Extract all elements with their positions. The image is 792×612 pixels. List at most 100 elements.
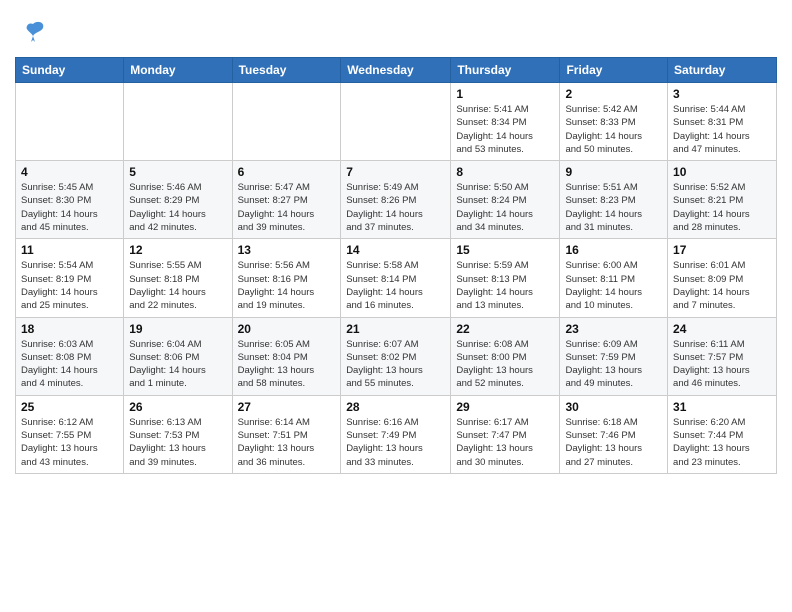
calendar-cell: 6 Sunrise: 5:47 AM Sunset: 8:27 PM Daylig… [232,161,341,239]
calendar-cell [341,83,451,161]
day-info: Sunrise: 5:41 AM Sunset: 8:34 PM Dayligh… [456,103,554,156]
day-info: Sunrise: 6:13 AM Sunset: 7:53 PM Dayligh… [129,416,226,469]
day-info: Sunrise: 5:46 AM Sunset: 8:29 PM Dayligh… [129,181,226,234]
calendar-cell: 8 Sunrise: 5:50 AM Sunset: 8:24 PM Daylig… [451,161,560,239]
calendar-cell: 22 Sunrise: 6:08 AM Sunset: 8:00 PM Dayli… [451,317,560,395]
day-number: 30 [565,400,662,414]
calendar-cell: 21Sunrise: 6:07 AM Sunset: 8:02 PM Dayli… [341,317,451,395]
day-number: 13 [238,243,336,257]
calendar-cell [16,83,124,161]
calendar-week-row: 25 Sunrise: 6:12 AM Sunset: 7:55 PM Dayli… [16,395,777,473]
day-number: 4 [21,165,118,179]
day-number: 12 [129,243,226,257]
day-number: 19 [129,322,226,336]
calendar-cell: 3 Sunrise: 5:44 AM Sunset: 8:31 PM Daylig… [668,83,777,161]
calendar-cell: 11Sunrise: 5:54 AM Sunset: 8:19 PM Dayli… [16,239,124,317]
weekday-header-saturday: Saturday [668,58,777,83]
calendar-cell [124,83,232,161]
day-info: Sunrise: 6:08 AM Sunset: 8:00 PM Dayligh… [456,338,554,391]
logo-bird-icon [19,16,47,49]
day-info: Sunrise: 5:50 AM Sunset: 8:24 PM Dayligh… [456,181,554,234]
calendar-cell: 24 Sunrise: 6:11 AM Sunset: 7:57 PM Dayli… [668,317,777,395]
day-info: Sunrise: 6:01 AM Sunset: 8:09 PM Dayligh… [673,259,771,312]
calendar-cell: 31Sunrise: 6:20 AM Sunset: 7:44 PM Dayli… [668,395,777,473]
day-info: Sunrise: 5:55 AM Sunset: 8:18 PM Dayligh… [129,259,226,312]
day-info: Sunrise: 5:44 AM Sunset: 8:31 PM Dayligh… [673,103,771,156]
day-info: Sunrise: 6:12 AM Sunset: 7:55 PM Dayligh… [21,416,118,469]
day-info: Sunrise: 5:59 AM Sunset: 8:13 PM Dayligh… [456,259,554,312]
day-number: 16 [565,243,662,257]
weekday-header-friday: Friday [560,58,668,83]
day-info: Sunrise: 5:47 AM Sunset: 8:27 PM Dayligh… [238,181,336,234]
day-info: Sunrise: 6:17 AM Sunset: 7:47 PM Dayligh… [456,416,554,469]
weekday-header-tuesday: Tuesday [232,58,341,83]
calendar-cell: 15Sunrise: 5:59 AM Sunset: 8:13 PM Dayli… [451,239,560,317]
day-number: 2 [565,87,662,101]
calendar-cell: 13 Sunrise: 5:56 AM Sunset: 8:16 PM Dayli… [232,239,341,317]
calendar-cell: 9Sunrise: 5:51 AM Sunset: 8:23 PM Daylig… [560,161,668,239]
calendar-cell: 18 Sunrise: 6:03 AM Sunset: 8:08 PM Dayli… [16,317,124,395]
day-info: Sunrise: 6:04 AM Sunset: 8:06 PM Dayligh… [129,338,226,391]
calendar-cell: 30 Sunrise: 6:18 AM Sunset: 7:46 PM Dayli… [560,395,668,473]
logo [15,10,47,49]
day-number: 18 [21,322,118,336]
day-info: Sunrise: 6:11 AM Sunset: 7:57 PM Dayligh… [673,338,771,391]
day-number: 1 [456,87,554,101]
day-number: 3 [673,87,771,101]
day-number: 25 [21,400,118,414]
calendar-cell: 28 Sunrise: 6:16 AM Sunset: 7:49 PM Dayli… [341,395,451,473]
calendar-cell: 25 Sunrise: 6:12 AM Sunset: 7:55 PM Dayli… [16,395,124,473]
day-number: 21 [346,322,445,336]
day-number: 20 [238,322,336,336]
day-number: 14 [346,243,445,257]
day-number: 23 [565,322,662,336]
calendar-cell: 12 Sunrise: 5:55 AM Sunset: 8:18 PM Dayli… [124,239,232,317]
calendar-cell: 16 Sunrise: 6:00 AM Sunset: 8:11 PM Dayli… [560,239,668,317]
calendar-week-row: 1 Sunrise: 5:41 AM Sunset: 8:34 PM Daylig… [16,83,777,161]
day-info: Sunrise: 5:51 AM Sunset: 8:23 PM Dayligh… [565,181,662,234]
day-info: Sunrise: 5:58 AM Sunset: 8:14 PM Dayligh… [346,259,445,312]
day-info: Sunrise: 6:00 AM Sunset: 8:11 PM Dayligh… [565,259,662,312]
day-info: Sunrise: 5:42 AM Sunset: 8:33 PM Dayligh… [565,103,662,156]
calendar-cell: 19 Sunrise: 6:04 AM Sunset: 8:06 PM Dayli… [124,317,232,395]
calendar-cell: 5Sunrise: 5:46 AM Sunset: 8:29 PM Daylig… [124,161,232,239]
day-number: 28 [346,400,445,414]
day-info: Sunrise: 6:16 AM Sunset: 7:49 PM Dayligh… [346,416,445,469]
day-number: 11 [21,243,118,257]
day-info: Sunrise: 5:56 AM Sunset: 8:16 PM Dayligh… [238,259,336,312]
weekday-header-wednesday: Wednesday [341,58,451,83]
day-info: Sunrise: 5:49 AM Sunset: 8:26 PM Dayligh… [346,181,445,234]
day-number: 8 [456,165,554,179]
day-number: 24 [673,322,771,336]
calendar-cell: 10Sunrise: 5:52 AM Sunset: 8:21 PM Dayli… [668,161,777,239]
day-number: 31 [673,400,771,414]
calendar-cell: 14 Sunrise: 5:58 AM Sunset: 8:14 PM Dayli… [341,239,451,317]
day-number: 29 [456,400,554,414]
calendar-cell: 20 Sunrise: 6:05 AM Sunset: 8:04 PM Dayli… [232,317,341,395]
calendar-cell: 29 Sunrise: 6:17 AM Sunset: 7:47 PM Dayli… [451,395,560,473]
day-number: 7 [346,165,445,179]
day-number: 17 [673,243,771,257]
day-info: Sunrise: 6:09 AM Sunset: 7:59 PM Dayligh… [565,338,662,391]
day-info: Sunrise: 6:03 AM Sunset: 8:08 PM Dayligh… [21,338,118,391]
calendar-week-row: 11Sunrise: 5:54 AM Sunset: 8:19 PM Dayli… [16,239,777,317]
calendar-week-row: 4 Sunrise: 5:45 AM Sunset: 8:30 PM Daylig… [16,161,777,239]
day-info: Sunrise: 5:45 AM Sunset: 8:30 PM Dayligh… [21,181,118,234]
day-number: 26 [129,400,226,414]
header [15,10,777,49]
calendar-cell: 2 Sunrise: 5:42 AM Sunset: 8:33 PM Daylig… [560,83,668,161]
calendar-cell: 4 Sunrise: 5:45 AM Sunset: 8:30 PM Daylig… [16,161,124,239]
calendar-cell: 26 Sunrise: 6:13 AM Sunset: 7:53 PM Dayli… [124,395,232,473]
page: SundayMondayTuesdayWednesdayThursdayFrid… [0,0,792,489]
day-info: Sunrise: 6:05 AM Sunset: 8:04 PM Dayligh… [238,338,336,391]
weekday-header-monday: Monday [124,58,232,83]
weekday-header-row: SundayMondayTuesdayWednesdayThursdayFrid… [16,58,777,83]
day-number: 27 [238,400,336,414]
calendar-cell: 17 Sunrise: 6:01 AM Sunset: 8:09 PM Dayli… [668,239,777,317]
day-number: 22 [456,322,554,336]
calendar-cell: 23 Sunrise: 6:09 AM Sunset: 7:59 PM Dayli… [560,317,668,395]
calendar-cell [232,83,341,161]
calendar-table: SundayMondayTuesdayWednesdayThursdayFrid… [15,57,777,474]
day-info: Sunrise: 6:18 AM Sunset: 7:46 PM Dayligh… [565,416,662,469]
day-number: 6 [238,165,336,179]
